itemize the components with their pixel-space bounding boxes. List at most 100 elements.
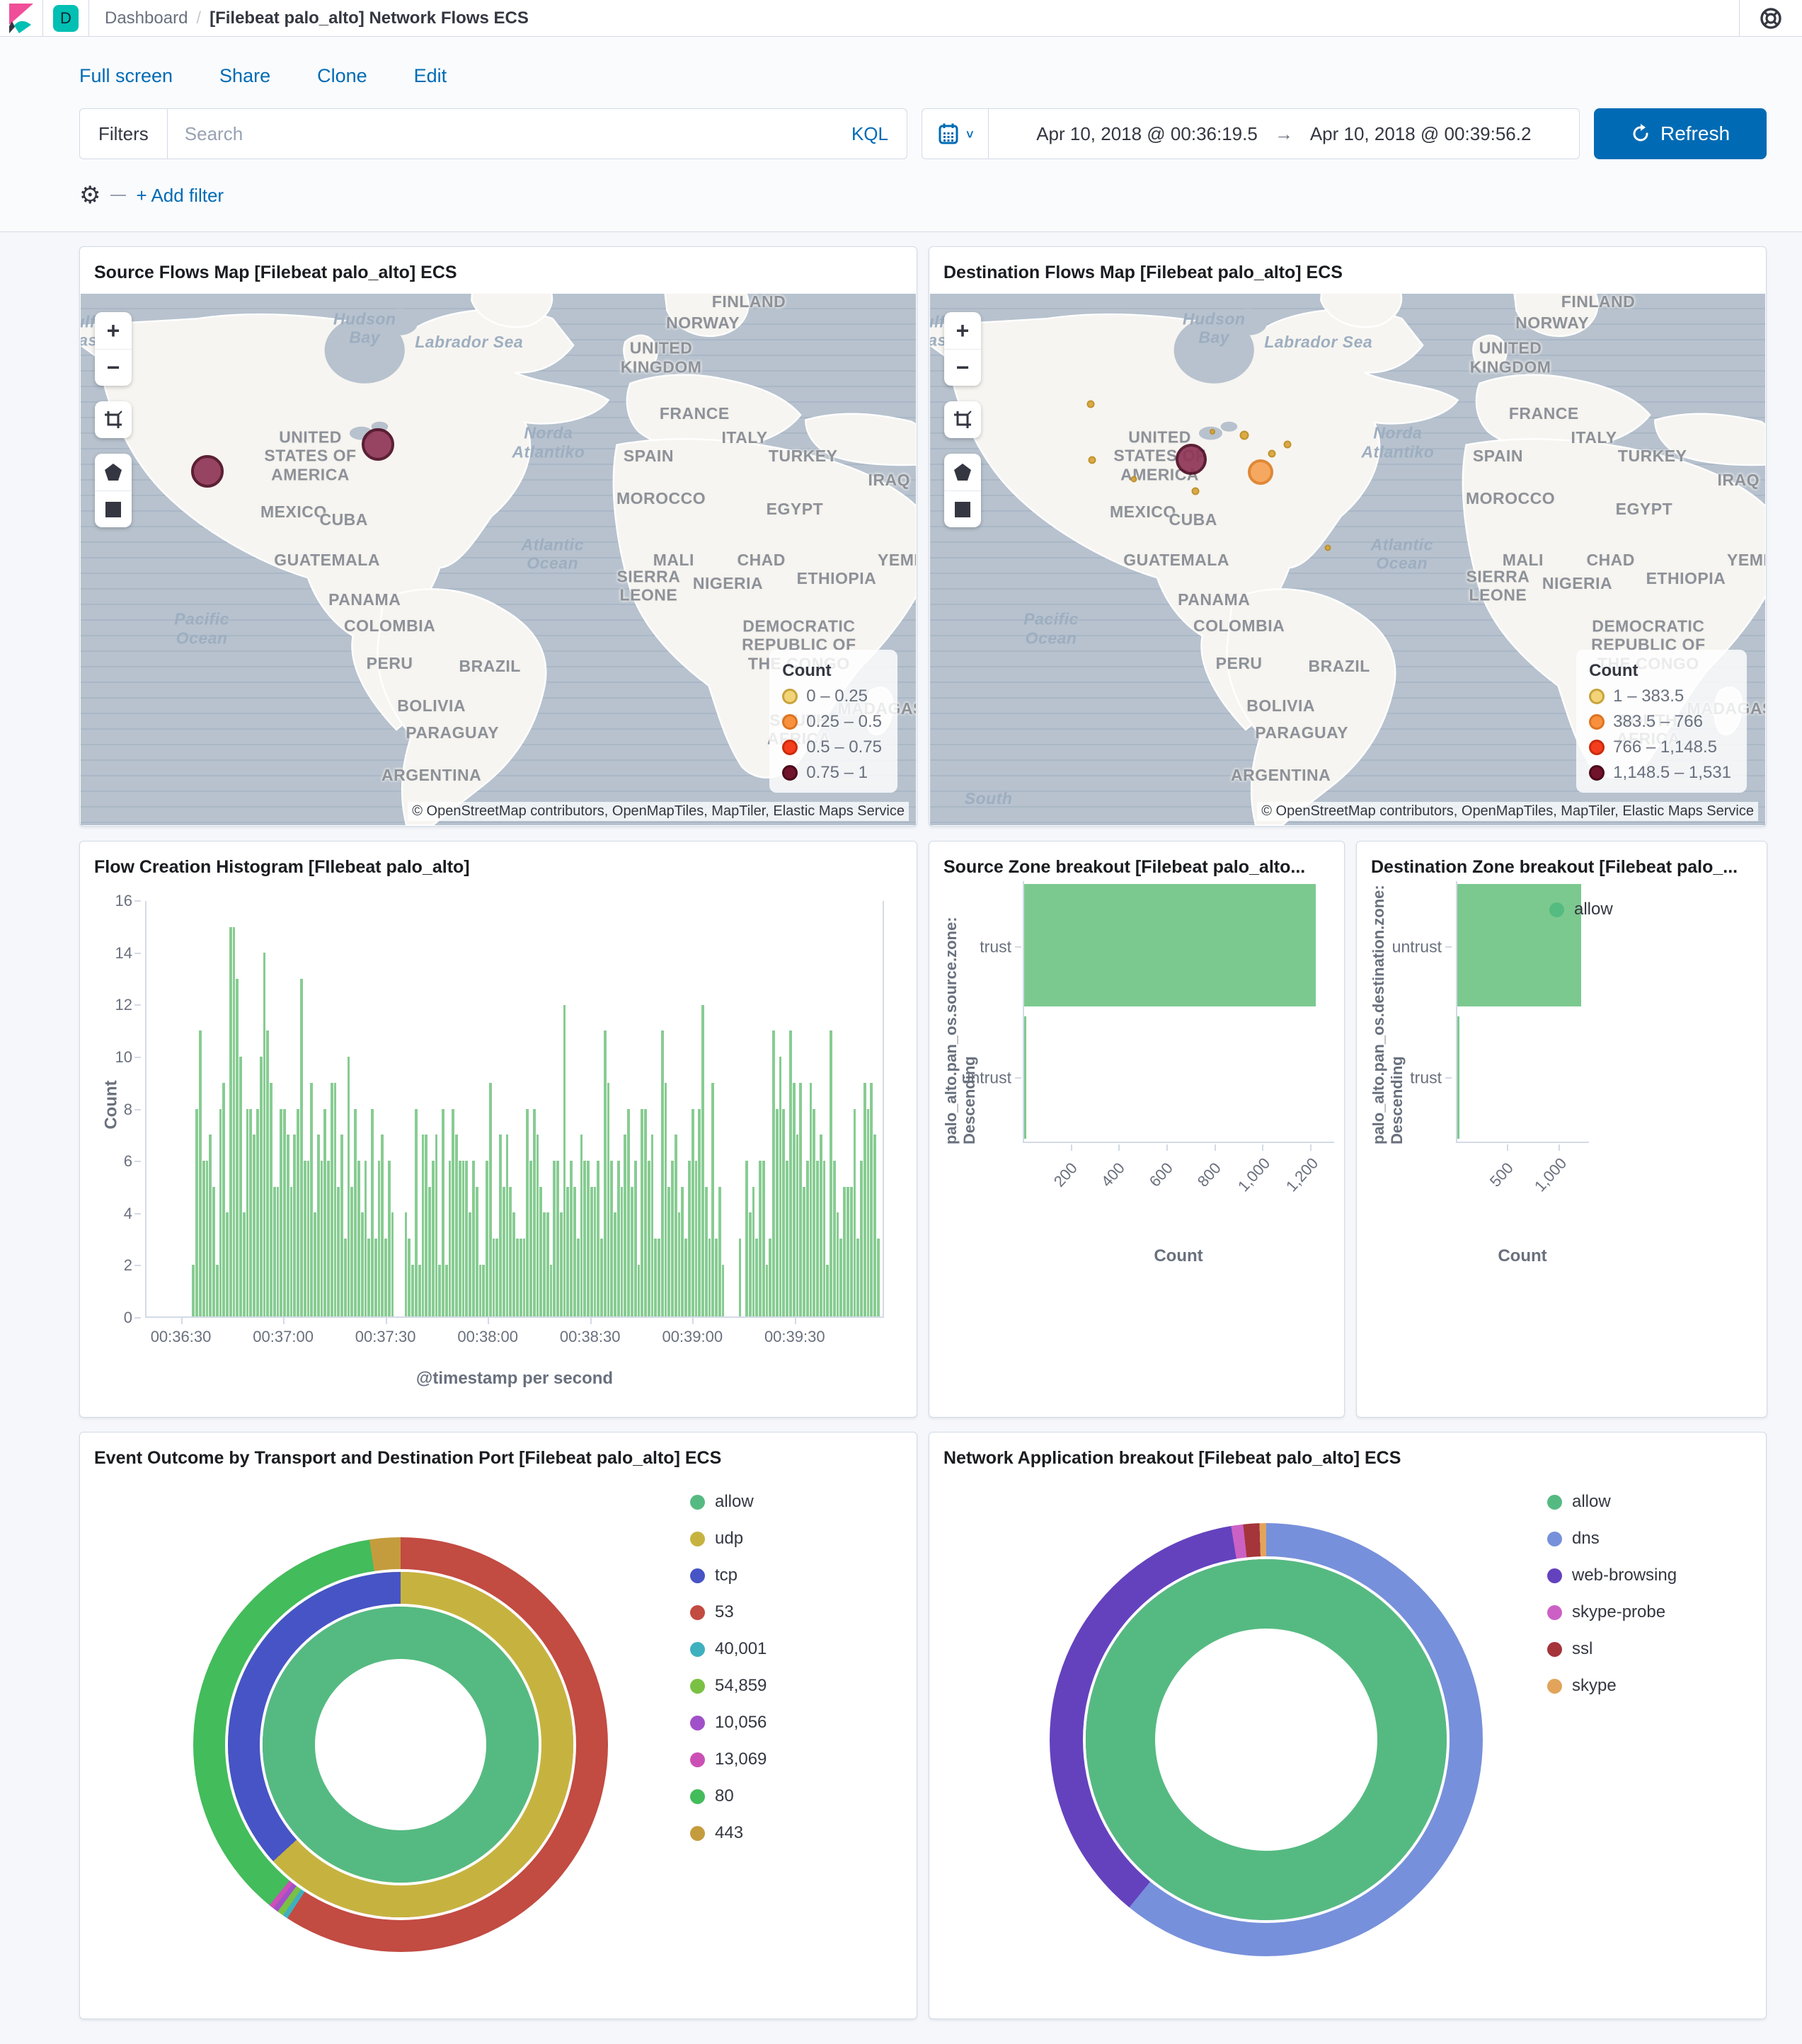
histogram-plot[interactable] bbox=[145, 901, 884, 1318]
space-badge[interactable]: D bbox=[53, 4, 79, 32]
histogram-bar bbox=[721, 1264, 725, 1316]
x-tick-label: 00:37:30 bbox=[355, 1328, 416, 1345]
donut-ring-network.application bbox=[1050, 1523, 1483, 1956]
network-application-donut[interactable] bbox=[1050, 1523, 1483, 1956]
date-to[interactable]: Apr 10, 2018 @ 00:39:56.2 bbox=[1310, 123, 1532, 145]
histogram-bar bbox=[587, 1160, 590, 1316]
filters-button[interactable]: Filters bbox=[80, 109, 168, 159]
legend-item[interactable]: 40,001 bbox=[690, 1639, 767, 1659]
histogram-bar bbox=[404, 1212, 408, 1316]
map-label-country: CUBA bbox=[1169, 510, 1217, 529]
source-flows-map[interactable]: FINLAND NORWAY UNITED KINGDOM FRANCE ITALY SP… bbox=[81, 294, 916, 825]
calendar-button[interactable]: ∨ bbox=[922, 109, 989, 159]
legend-item[interactable]: 10,056 bbox=[690, 1713, 767, 1733]
legend-item[interactable]: allow bbox=[690, 1492, 767, 1512]
legend-item[interactable]: 80 bbox=[690, 1786, 767, 1806]
x-tick-label: 1,000 bbox=[1530, 1154, 1570, 1195]
histogram-bar bbox=[408, 1238, 411, 1316]
histogram-bar bbox=[229, 926, 232, 1316]
legend-item[interactable]: skype bbox=[1547, 1676, 1677, 1696]
fit-bounds-button[interactable] bbox=[944, 401, 981, 438]
legend-label: web-browsing bbox=[1572, 1566, 1677, 1585]
panel-title: Source Zone breakout [Filebeat palo_alto… bbox=[943, 857, 1306, 877]
histogram-bar bbox=[573, 1186, 576, 1316]
draw-rectangle-button[interactable] bbox=[944, 490, 981, 527]
legend-item[interactable]: allow bbox=[1547, 1492, 1677, 1512]
histogram-bar bbox=[830, 1030, 832, 1316]
square-icon bbox=[955, 501, 970, 517]
search-input[interactable] bbox=[167, 122, 851, 145]
legend-dot bbox=[690, 1825, 705, 1841]
legend-item[interactable]: allow bbox=[1549, 900, 1613, 919]
kibana-logo[interactable] bbox=[0, 3, 42, 34]
draw-polygon-button[interactable] bbox=[95, 454, 132, 490]
draw-polygon-button[interactable] bbox=[944, 454, 981, 490]
destination-flows-map[interactable]: FINLAND NORWAY UNITED KINGDOM FRANCE ITALY SP… bbox=[930, 294, 1765, 825]
connector-line bbox=[110, 195, 127, 196]
y-axis: 0 2 4 6 8 10 12 14 16 bbox=[105, 892, 141, 1326]
zone-plot[interactable] bbox=[1023, 881, 1334, 1143]
y-tick-label: 2 bbox=[123, 1256, 132, 1275]
legend-item[interactable]: 53 bbox=[690, 1602, 767, 1622]
edit-link[interactable]: Edit bbox=[414, 65, 447, 87]
histogram-bar bbox=[583, 1160, 587, 1316]
legend-item[interactable]: web-browsing bbox=[1547, 1566, 1677, 1585]
legend-item[interactable]: tcp bbox=[690, 1566, 767, 1585]
legend-item[interactable]: 443 bbox=[690, 1823, 767, 1843]
map-label-country: ITALY bbox=[721, 427, 768, 447]
clone-link[interactable]: Clone bbox=[317, 65, 367, 87]
panel-title: Network Application breakout [Filebeat p… bbox=[943, 1448, 1401, 1468]
refresh-button[interactable]: Refresh bbox=[1594, 108, 1767, 159]
map-label-country: NIGERIA bbox=[1542, 574, 1613, 593]
breadcrumb-dashboard[interactable]: Dashboard bbox=[105, 8, 188, 28]
map-controls: + − bbox=[95, 312, 132, 527]
date-from[interactable]: Apr 10, 2018 @ 00:36:19.5 bbox=[1036, 123, 1258, 145]
share-link[interactable]: Share bbox=[219, 65, 270, 87]
legend-item[interactable]: udp bbox=[690, 1529, 767, 1549]
y-tick-label: 12 bbox=[115, 996, 132, 1014]
map-point bbox=[1086, 400, 1095, 408]
map-label-country: GUATEMALA bbox=[1123, 550, 1229, 569]
add-filter-link[interactable]: + Add filter bbox=[136, 185, 224, 207]
zoom-out-button[interactable]: − bbox=[95, 349, 132, 386]
legend-item[interactable]: 54,859 bbox=[690, 1676, 767, 1696]
gear-icon[interactable]: ⚙ bbox=[79, 183, 101, 207]
donut-ring-event.outcome bbox=[1086, 1559, 1447, 1920]
legend-dot bbox=[1547, 1494, 1562, 1510]
event-outcome-donut[interactable] bbox=[193, 1537, 608, 1952]
histogram-bar bbox=[391, 1212, 394, 1316]
fit-bounds-button[interactable] bbox=[95, 401, 132, 438]
histogram-bar bbox=[202, 1160, 205, 1316]
histogram-bar bbox=[813, 1108, 816, 1316]
map-point bbox=[1268, 449, 1276, 458]
histogram-bar bbox=[546, 1212, 549, 1316]
legend-item[interactable]: 13,069 bbox=[690, 1750, 767, 1769]
map-label-country: CHAD bbox=[1586, 550, 1635, 569]
crop-icon bbox=[105, 410, 122, 428]
zoom-in-button[interactable]: + bbox=[944, 312, 981, 349]
zoom-out-button[interactable]: − bbox=[944, 349, 981, 386]
histogram-bar bbox=[387, 1160, 391, 1316]
map-label-country: YEMEN bbox=[1727, 550, 1765, 569]
x-tick-mark bbox=[1262, 1144, 1264, 1151]
histogram-bar bbox=[306, 1160, 310, 1316]
histogram-bar bbox=[543, 1212, 546, 1316]
flow-histogram-panel: Flow Creation Histogram [FIlebeat palo_a… bbox=[79, 841, 917, 1418]
histogram-bar bbox=[482, 1264, 486, 1316]
x-tick-label: 00:36:30 bbox=[150, 1328, 212, 1345]
help-button[interactable] bbox=[1740, 6, 1802, 30]
legend-item[interactable]: skype-probe bbox=[1547, 1602, 1677, 1622]
x-tick-mark bbox=[1310, 1144, 1312, 1151]
histogram-bar bbox=[856, 1238, 860, 1316]
histogram-bar bbox=[293, 1135, 297, 1316]
zoom-in-button[interactable]: + bbox=[95, 312, 132, 349]
legend-item[interactable]: dns bbox=[1547, 1529, 1677, 1549]
y-tick-label: 14 bbox=[115, 943, 132, 962]
legend-dot bbox=[1547, 1568, 1562, 1583]
histogram-bar bbox=[452, 1108, 455, 1316]
legend-item[interactable]: ssl bbox=[1547, 1639, 1677, 1659]
histogram-bar bbox=[418, 1264, 421, 1316]
kql-button[interactable]: KQL bbox=[851, 123, 907, 145]
full-screen-link[interactable]: Full screen bbox=[79, 65, 173, 87]
draw-rectangle-button[interactable] bbox=[95, 490, 132, 527]
